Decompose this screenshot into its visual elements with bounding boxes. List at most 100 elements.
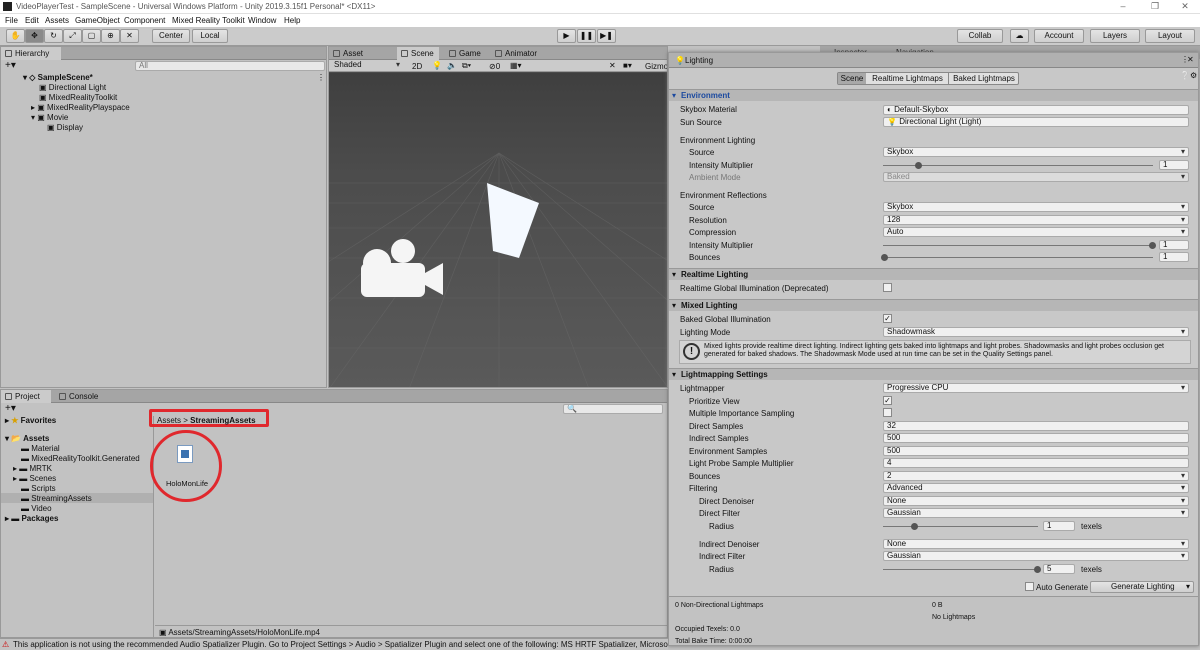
direct-radius-input[interactable]: 1 <box>1043 521 1075 531</box>
direct-radius-slider-track[interactable] <box>883 526 1038 527</box>
tree-folder[interactable]: ▬ Scripts <box>21 484 56 493</box>
tab-hierarchy[interactable]: Hierarchy <box>1 47 61 60</box>
lightmapper-dropdown[interactable]: Progressive CPU <box>883 383 1189 393</box>
refl-source-dropdown[interactable]: Skybox <box>883 202 1189 212</box>
refl-intensity-slider-track[interactable] <box>883 245 1153 246</box>
indirect-filter-dropdown[interactable]: Gaussian <box>883 551 1189 561</box>
layout-dropdown[interactable]: Layout <box>1145 29 1195 43</box>
tree-folder[interactable]: ▬ Material <box>21 444 60 453</box>
refl-bounces-input[interactable]: 1 <box>1159 252 1189 262</box>
direct-radius-slider-knob[interactable] <box>911 523 918 530</box>
grid-toggle-icon[interactable]: ▦▾ <box>510 61 522 70</box>
direct-denoiser-dropdown[interactable]: None <box>883 496 1189 506</box>
effects-dropdown-icon[interactable]: ⧉▾ <box>462 61 471 71</box>
probe-multiplier-input[interactable]: 4 <box>883 458 1189 468</box>
lighting-mode-dropdown[interactable]: Shadowmask <box>883 327 1189 337</box>
tree-folder[interactable]: ▬ Video <box>21 504 52 513</box>
pause-button[interactable]: ❚❚ <box>577 29 596 43</box>
hierarchy-search-input[interactable]: All <box>135 61 325 71</box>
menu-component[interactable]: Component <box>124 16 165 25</box>
breadcrumb-assets[interactable]: Assets <box>157 416 181 425</box>
pivot-center-button[interactable]: Center <box>152 29 190 43</box>
indirect-denoiser-dropdown[interactable]: None <box>883 539 1189 549</box>
section-realtime-lighting[interactable]: Realtime Lighting <box>669 268 1198 281</box>
indirect-radius-input[interactable]: 5 <box>1043 564 1075 574</box>
lm-bounces-dropdown[interactable]: 2 <box>883 471 1189 481</box>
tab-game[interactable]: Game <box>445 47 485 60</box>
env-source-dropdown[interactable]: Skybox <box>883 147 1189 157</box>
rect-tool-button[interactable]: ▢ <box>82 29 101 43</box>
tools-icon[interactable]: ✕ <box>609 61 616 70</box>
layers-dropdown[interactable]: Layers <box>1090 29 1140 43</box>
mis-checkbox[interactable] <box>883 408 892 417</box>
env-samples-input[interactable]: 500 <box>883 446 1189 456</box>
hidden-objects-toggle[interactable]: ⊘0 <box>489 62 500 71</box>
compression-dropdown[interactable]: Auto <box>883 227 1189 237</box>
indirect-radius-slider-knob[interactable] <box>1034 566 1041 573</box>
skybox-field[interactable]: ◐ Default-Skybox <box>883 105 1189 115</box>
intensity-slider-knob[interactable] <box>915 162 922 169</box>
play-button[interactable]: ▶ <box>557 29 576 43</box>
intensity-slider-track[interactable] <box>883 165 1153 166</box>
generate-lighting-button[interactable]: Generate Lighting ▾ <box>1090 581 1194 593</box>
gizmos-dropdown[interactable]: Gizmo <box>645 62 667 71</box>
indirect-radius-slider-track[interactable] <box>883 569 1038 570</box>
hierarchy-item[interactable]: ▣ Display <box>47 123 83 132</box>
more-icon[interactable]: ⋮ <box>317 73 325 82</box>
section-environment[interactable]: Environment <box>669 89 1198 102</box>
menu-file[interactable]: File <box>5 16 18 25</box>
menu-window[interactable]: Window <box>248 16 276 25</box>
account-dropdown[interactable]: Account <box>1034 29 1084 43</box>
tree-assets[interactable]: ▾ 📂 Assets <box>5 434 49 443</box>
hierarchy-item[interactable]: ▣ MixedRealityToolkit <box>39 93 117 102</box>
create-icon[interactable]: +▾ <box>5 403 16 414</box>
auto-generate-checkbox[interactable] <box>1025 582 1034 591</box>
project-search-input[interactable]: 🔍 <box>563 404 663 414</box>
close-button[interactable]: ✕ <box>1170 1 1200 12</box>
refl-bounces-slider-track[interactable] <box>883 257 1153 258</box>
section-lightmapping[interactable]: Lightmapping Settings <box>669 368 1198 381</box>
hand-tool-button[interactable]: ✋ <box>6 29 25 43</box>
tree-folder-selected[interactable]: ▬ StreamingAssets <box>21 494 92 503</box>
section-mixed-lighting[interactable]: Mixed Lighting <box>669 299 1198 312</box>
subtab-realtime[interactable]: Realtime Lightmaps <box>867 73 949 84</box>
pivot-local-button[interactable]: Local <box>192 29 228 43</box>
add-icon[interactable]: +▾ <box>5 60 16 71</box>
tree-favorites[interactable]: ▸ ★ Favorites <box>5 416 56 425</box>
resolution-dropdown[interactable]: 128 <box>883 215 1189 225</box>
hierarchy-scene-root[interactable]: ▾ ◇ SampleScene* <box>23 73 93 82</box>
menu-edit[interactable]: Edit <box>25 16 39 25</box>
scale-tool-button[interactable]: ⤢ <box>63 29 82 43</box>
baked-gi-checkbox[interactable]: ✓ <box>883 314 892 323</box>
cloud-icon[interactable]: ☁ <box>1010 29 1029 43</box>
direct-samples-input[interactable]: 32 <box>883 421 1189 431</box>
transform-tool-button[interactable]: ⊕ <box>101 29 120 43</box>
shading-mode-dropdown[interactable]: Shaded <box>331 61 403 71</box>
2d-toggle[interactable]: 2D <box>412 62 422 71</box>
status-message[interactable]: This application is not using the recomm… <box>13 640 668 649</box>
intensity-input[interactable]: 1 <box>1159 160 1189 170</box>
tree-folder[interactable]: ▸ ▬ MRTK <box>13 464 52 473</box>
indirect-samples-input[interactable]: 500 <box>883 433 1189 443</box>
minimize-button[interactable]: – <box>1108 1 1138 11</box>
menu-assets[interactable]: Assets <box>45 16 69 25</box>
step-button[interactable]: ▶❚ <box>597 29 616 43</box>
scene-viewport[interactable] <box>329 73 668 388</box>
tab-asset-store[interactable]: Asset Store <box>329 47 387 71</box>
file-label[interactable]: HoloMonLife <box>166 479 208 488</box>
tab-scene[interactable]: Scene <box>397 47 439 60</box>
refl-intensity-input[interactable]: 1 <box>1159 240 1189 250</box>
breadcrumb-streamingassets[interactable]: StreamingAssets <box>190 416 255 425</box>
direct-filter-dropdown[interactable]: Gaussian <box>883 508 1189 518</box>
collab-dropdown[interactable]: Collab <box>957 29 1003 43</box>
refl-intensity-slider-knob[interactable] <box>1149 242 1156 249</box>
subtab-baked[interactable]: Baked Lightmaps <box>949 73 1019 84</box>
hierarchy-item[interactable]: ▾ ▣ Movie <box>31 113 68 122</box>
help-icon[interactable]: ❔⚙ <box>1180 71 1197 80</box>
close-window-button[interactable]: ✕ <box>1187 55 1194 64</box>
lighting-toggle-icon[interactable]: 💡 <box>432 61 442 70</box>
move-tool-button[interactable]: ✥ <box>25 29 44 43</box>
hierarchy-item[interactable]: ▸ ▣ MixedRealityPlayspace <box>31 103 130 112</box>
realtime-gi-checkbox[interactable] <box>883 283 892 292</box>
tab-console[interactable]: Console <box>55 390 105 403</box>
